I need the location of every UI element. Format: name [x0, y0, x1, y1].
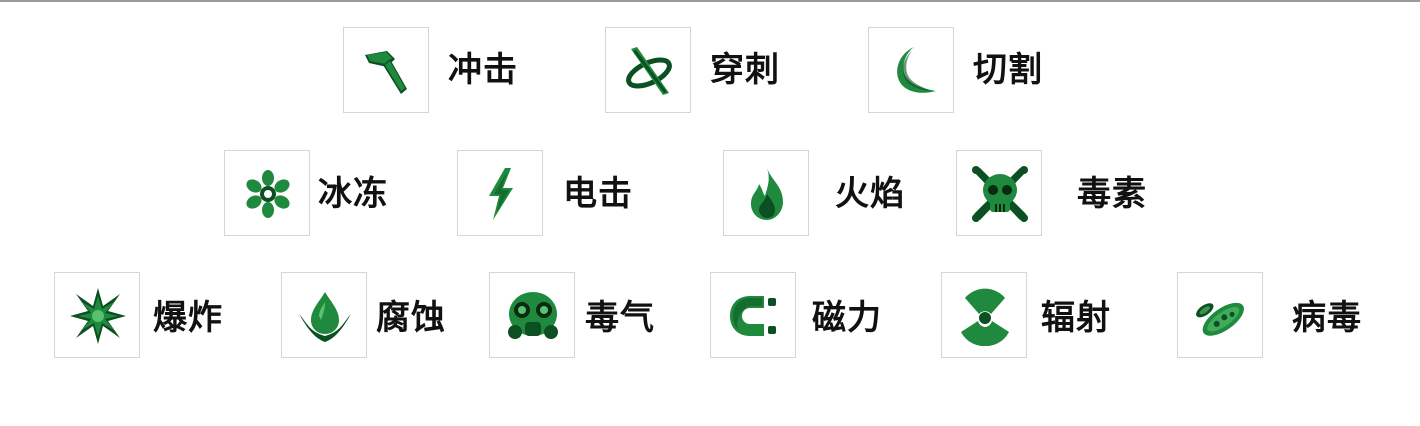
label-heat: 火焰	[835, 174, 905, 214]
label-puncture: 穿刺	[710, 50, 780, 90]
label-gas: 毒气	[585, 298, 655, 338]
snowflake-icon	[246, 170, 290, 218]
flame-icon	[751, 168, 783, 220]
tile-impact	[343, 27, 429, 113]
radiation-icon	[961, 288, 1009, 346]
spike-ring-icon	[626, 47, 672, 95]
tile-magnetic	[710, 272, 796, 358]
label-viral: 病毒	[1292, 298, 1362, 338]
gas-mask-icon	[508, 292, 558, 339]
label-electricity: 电击	[563, 174, 633, 214]
tile-puncture	[605, 27, 691, 113]
skull-crossbones-icon	[972, 166, 1028, 222]
tile-gas	[489, 272, 575, 358]
label-impact: 冲击	[448, 50, 518, 90]
label-toxin: 毒素	[1077, 174, 1147, 214]
tile-corrosive	[281, 272, 367, 358]
magnet-icon	[730, 296, 776, 336]
virus-icon	[1196, 302, 1244, 336]
label-magnetic: 磁力	[812, 298, 882, 338]
label-slash: 切割	[973, 50, 1043, 90]
explosion-burst-icon	[70, 288, 126, 344]
top-divider	[0, 0, 1420, 2]
tile-heat	[723, 150, 809, 236]
crescent-blade-icon	[897, 47, 936, 93]
tile-cold	[224, 150, 310, 236]
tile-slash	[868, 27, 954, 113]
label-radiation: 辐射	[1041, 298, 1111, 338]
corrosive-drop-icon	[299, 292, 351, 342]
label-blast: 爆炸	[153, 298, 223, 338]
tile-toxin	[956, 150, 1042, 236]
lightning-bolt-icon	[489, 168, 513, 220]
tile-viral	[1177, 272, 1263, 358]
tile-blast	[54, 272, 140, 358]
label-corrosive: 腐蚀	[376, 298, 446, 338]
hammer-icon	[365, 51, 407, 94]
label-cold: 冰冻	[318, 174, 388, 214]
tile-radiation	[941, 272, 1027, 358]
tile-electricity	[457, 150, 543, 236]
